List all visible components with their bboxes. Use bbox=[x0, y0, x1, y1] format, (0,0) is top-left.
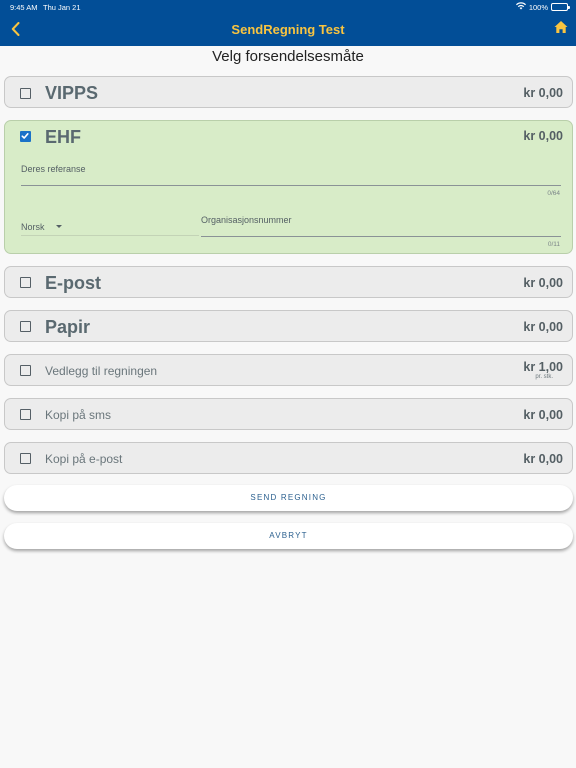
option-epost[interactable]: E-post kr 0,00 bbox=[4, 266, 573, 298]
option-label: E-post bbox=[45, 273, 101, 293]
option-kopi-sms[interactable]: Kopi på sms kr 0,00 bbox=[4, 398, 573, 430]
page-title: Velg forsendelsesmåte bbox=[212, 48, 364, 65]
language-underline bbox=[21, 235, 199, 236]
org-number-label: Organisasjonsnummer bbox=[201, 215, 292, 225]
option-label: Kopi på sms bbox=[45, 408, 112, 422]
top-bar: 9:45 AM Thu Jan 21 100% SendRegning Test bbox=[0, 0, 576, 46]
option-label: Kopi på e-post bbox=[45, 452, 123, 466]
org-number-counter: 0/11 bbox=[547, 241, 560, 248]
send-invoice-button[interactable]: SEND REGNING bbox=[4, 485, 573, 511]
vipps-checkbox[interactable] bbox=[20, 88, 31, 99]
ehf-checkbox[interactable] bbox=[20, 131, 31, 142]
battery-icon bbox=[551, 3, 570, 11]
option-label: VIPPS bbox=[45, 83, 99, 103]
papir-checkbox[interactable] bbox=[20, 321, 31, 332]
nav-title: SendRegning Test bbox=[231, 22, 345, 37]
vedlegg-checkbox[interactable] bbox=[20, 365, 31, 376]
option-price: kr 0,00 bbox=[523, 320, 563, 334]
option-price: kr 0,00 bbox=[523, 86, 563, 100]
option-ehf[interactable]: EHF kr 0,00 Deres referanse 0/64 Norsk O… bbox=[4, 120, 573, 254]
epost-checkbox[interactable] bbox=[20, 277, 31, 288]
org-number-underline bbox=[201, 236, 561, 237]
option-label: EHF bbox=[45, 127, 81, 147]
option-price: kr 0,00 bbox=[523, 452, 563, 466]
battery-percent: 100% bbox=[528, 2, 548, 12]
option-label: Papir bbox=[45, 317, 91, 337]
kopi-epost-checkbox[interactable] bbox=[20, 453, 31, 464]
home-button[interactable] bbox=[554, 20, 570, 36]
status-date: Thu Jan 21 bbox=[43, 3, 81, 12]
option-papir[interactable]: Papir kr 0,00 bbox=[4, 310, 573, 342]
language-value: Norsk bbox=[21, 222, 45, 232]
reference-underline bbox=[21, 185, 561, 186]
option-kopi-epost[interactable]: Kopi på e-post kr 0,00 bbox=[4, 442, 573, 474]
option-vipps[interactable]: VIPPS kr 0,00 bbox=[4, 76, 573, 108]
option-vedlegg[interactable]: Vedlegg til regningen kr 1,00 pr. stk. bbox=[4, 354, 573, 386]
status-time: 9:45 AM bbox=[10, 3, 38, 12]
caret-down-icon bbox=[56, 225, 62, 228]
option-price: kr 0,00 bbox=[523, 276, 563, 290]
checkmark-icon bbox=[21, 133, 29, 139]
reference-counter: 0/64 bbox=[547, 190, 560, 197]
home-icon bbox=[554, 21, 568, 33]
wifi-icon bbox=[515, 2, 526, 12]
status-right: 100% bbox=[515, 2, 570, 12]
option-price: kr 1,00 bbox=[523, 360, 563, 374]
option-price-unit: pr. stk. bbox=[535, 374, 553, 380]
reference-label: Deres referanse bbox=[21, 164, 86, 174]
cancel-button[interactable]: AVBRYT bbox=[4, 523, 573, 549]
kopi-sms-checkbox[interactable] bbox=[20, 409, 31, 420]
option-price: kr 0,00 bbox=[523, 408, 563, 422]
option-price: kr 0,00 bbox=[523, 129, 563, 143]
option-label: Vedlegg til regningen bbox=[45, 364, 158, 378]
